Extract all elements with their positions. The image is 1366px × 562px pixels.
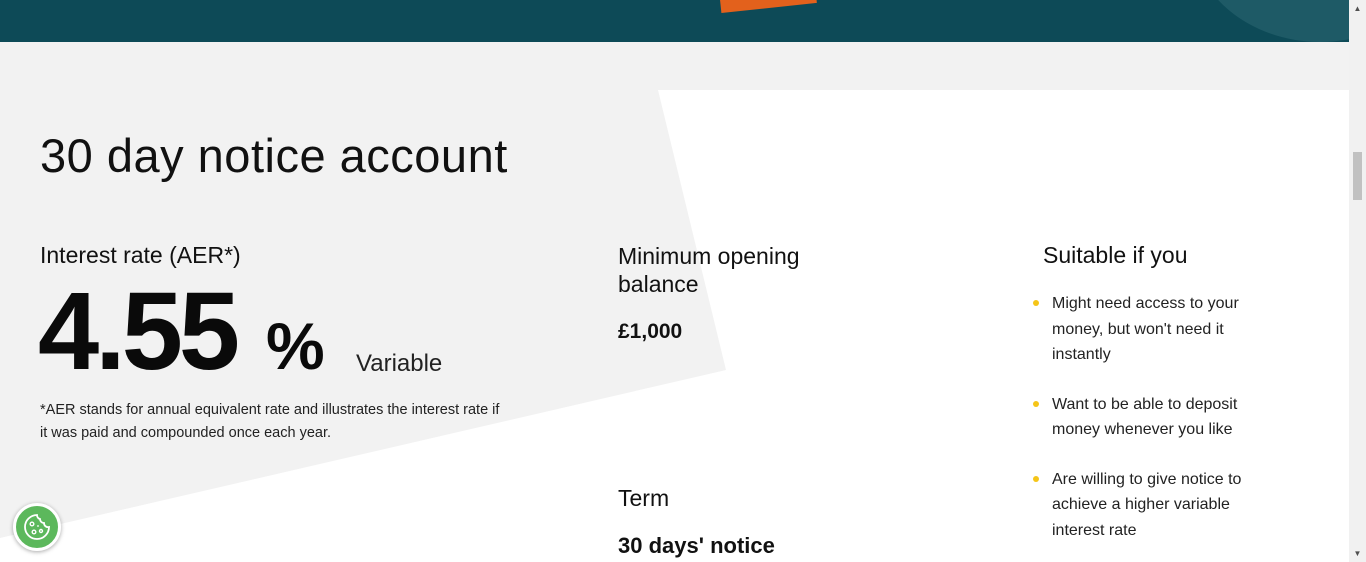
interest-rate-value: 4.55 [38,270,240,393]
minimum-balance-value: £1,000 [618,320,683,343]
aer-footnote: *AER stands for annual equivalent rate a… [40,402,500,441]
card-illustration [719,0,817,13]
list-item-text: Might need access to your money, but won… [1052,295,1239,363]
term-label: Term [618,485,670,511]
interest-rate-percent: % [266,309,325,383]
list-item-text: Are willing to give notice to achieve a … [1052,470,1242,539]
list-item: Want to be able to deposit money wheneve… [1028,392,1268,443]
scrollbar-thumb[interactable] [1353,152,1362,200]
scroll-up-arrow-icon[interactable]: ▲ [1349,0,1366,17]
suitable-heading: Suitable if you [1043,242,1188,268]
bullet-icon [1033,300,1039,306]
term-value: 30 days' notice [618,533,775,558]
minimum-balance-label: Minimum opening balance [618,243,800,297]
list-item-text: Want to be able to deposit money wheneve… [1052,395,1238,439]
list-item: Are willing to give notice to achieve a … [1028,467,1268,544]
cookie-icon [24,514,50,540]
cookie-settings-button[interactable] [13,503,61,551]
interest-rate-type: Variable [356,350,443,377]
page: 30 day notice account Interest rate (AER… [0,0,1349,562]
hero-banner [0,0,1349,42]
bullet-icon [1033,400,1039,407]
decorative-circle [1190,0,1349,42]
bullet-icon [1033,475,1039,482]
scroll-down-arrow-icon[interactable]: ▼ [1349,545,1366,562]
list-item: Might need access to your money, but won… [1028,291,1268,368]
page-title: 30 day notice account [40,129,508,182]
vertical-scrollbar[interactable]: ▲ ▼ [1349,0,1366,562]
interest-rate-label: Interest rate (AER*) [40,242,241,268]
suitable-list: Might need access to your money, but won… [1028,291,1268,562]
